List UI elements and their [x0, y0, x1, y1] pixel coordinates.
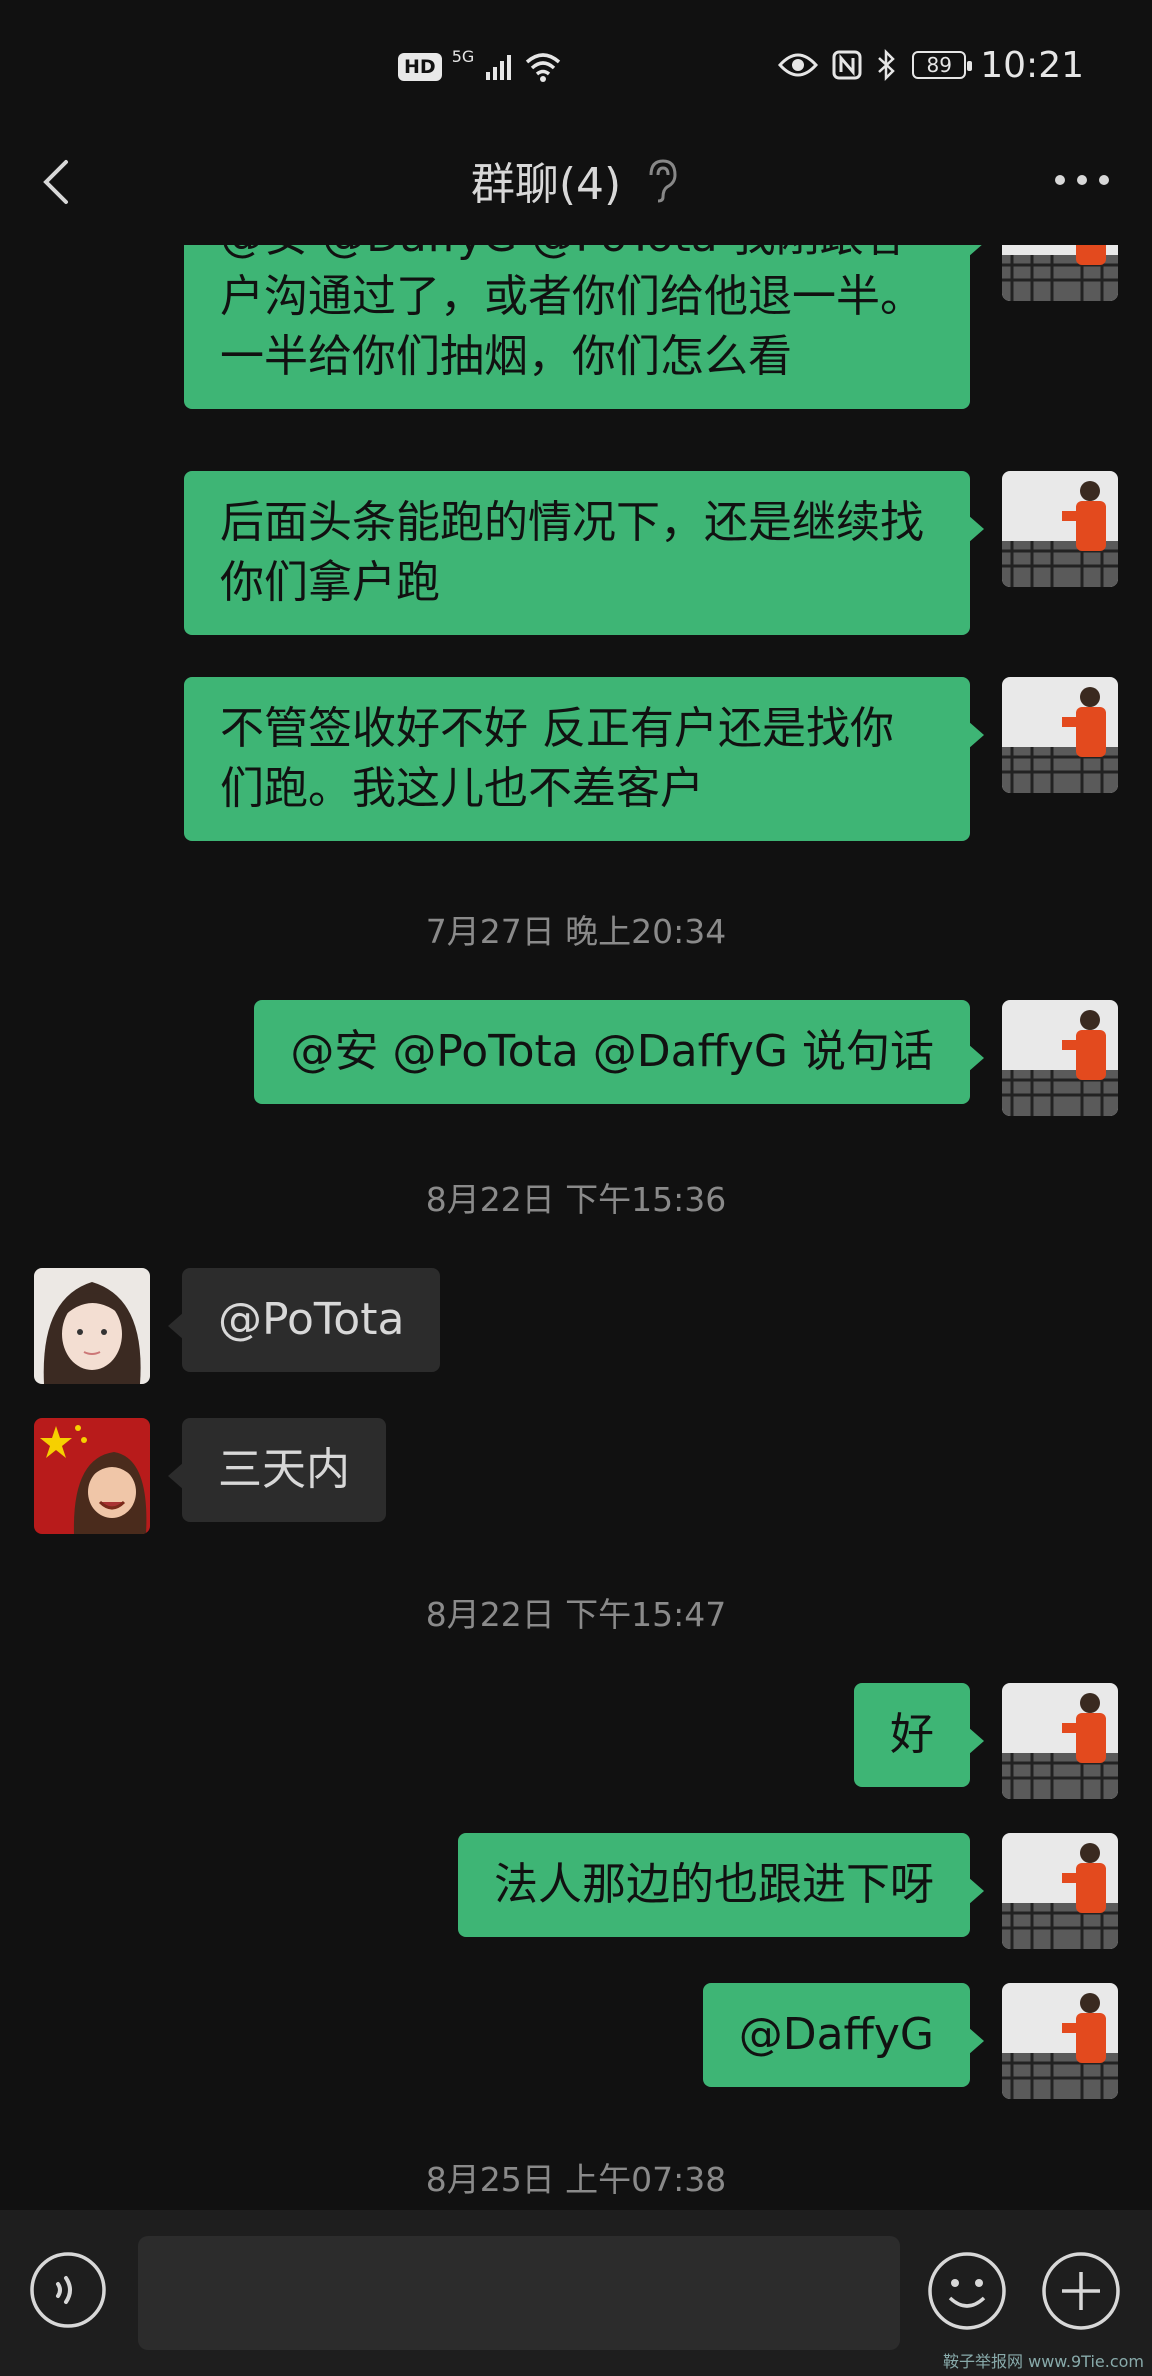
timestamp: 7月27日 晚上20:34 — [425, 912, 727, 951]
timestamp: 8月22日 下午15:36 — [425, 1180, 727, 1219]
hd-badge: HD — [398, 53, 442, 81]
message-row: @安 @DaffyG @PoTota 我刚跟客户沟通过了，或者你们给他退一半。一… — [0, 245, 1152, 435]
self-avatar-image — [1002, 471, 1118, 587]
earpiece-mode-icon — [649, 159, 677, 203]
signal-icon — [486, 55, 512, 80]
avatar[interactable] — [34, 1268, 150, 1384]
message-bubble[interactable]: 后面头条能跑的情况下，还是继续找你们拿户跑 — [184, 471, 984, 635]
status-bar: HD 5G 89 10:21 — [0, 0, 1152, 130]
message-row: 好 — [0, 1683, 1152, 1799]
message-row: @DaffyG — [0, 1983, 1152, 2099]
battery-icon: 89 — [912, 51, 973, 79]
clock: 10:21 — [980, 44, 1084, 86]
self-avatar-image — [1002, 1683, 1118, 1799]
voice-input-icon[interactable] — [28, 2250, 108, 2330]
avatar[interactable] — [34, 1418, 150, 1534]
message-bubble[interactable]: 好 — [854, 1683, 984, 1787]
title-area: 群聊(4) — [0, 150, 1152, 210]
timestamp: 8月25日 上午07:38 — [425, 2160, 727, 2199]
emoji-icon[interactable] — [926, 2250, 1008, 2332]
message-row: 后面头条能跑的情况下，还是继续找你们拿户跑 — [0, 471, 1152, 643]
self-avatar-image — [1002, 245, 1118, 301]
status-right: 89 10:21 — [778, 40, 1084, 90]
avatar[interactable] — [1002, 677, 1118, 793]
message-row: 不管签收好不好 反正有户还是找你们跑。我这儿也不差客户 — [0, 677, 1152, 849]
message-bubble[interactable]: @安 @PoTota @DaffyG 说句话 — [254, 1000, 984, 1104]
message-row: 三天内 — [0, 1418, 1152, 1534]
self-avatar-image — [1002, 1000, 1118, 1116]
wifi-icon — [526, 53, 561, 82]
avatar[interactable] — [1002, 1000, 1118, 1116]
self-avatar-image — [1002, 1983, 1118, 2099]
avatar[interactable] — [1002, 1683, 1118, 1799]
nfc-icon — [832, 50, 862, 80]
member-avatar-image — [34, 1268, 150, 1384]
message-bubble[interactable]: @安 @DaffyG @PoTota 我刚跟客户沟通过了，或者你们给他退一半。一… — [184, 245, 984, 409]
message-bubble[interactable]: @PoTota — [167, 1268, 441, 1372]
eye-icon — [778, 53, 819, 77]
add-icon[interactable] — [1040, 2250, 1122, 2332]
message-input[interactable] — [138, 2236, 900, 2350]
self-avatar-image — [1002, 1833, 1118, 1949]
network-indicators: HD 5G — [398, 47, 562, 87]
message-row: @PoTota — [0, 1268, 1152, 1384]
chat-title[interactable]: 群聊(4) — [471, 148, 621, 212]
message-bubble[interactable]: 不管签收好不好 反正有户还是找你们跑。我这儿也不差客户 — [184, 677, 984, 841]
message-bubble[interactable]: 法人那边的也跟进下呀 — [458, 1833, 984, 1937]
watermark: 鞍子举报网 www.9Tie.com — [943, 2352, 1144, 2371]
message-row: 法人那边的也跟进下呀 — [0, 1833, 1152, 1949]
bluetooth-icon — [878, 49, 896, 81]
more-options-icon[interactable] — [1050, 160, 1114, 200]
chat-header: 群聊(4) — [0, 130, 1152, 245]
timestamp: 8月22日 下午15:47 — [425, 1595, 727, 1634]
message-list[interactable]: @安 @DaffyG @PoTota 我刚跟客户沟通过了，或者你们给他退一半。一… — [0, 245, 1152, 2210]
message-bubble[interactable]: 三天内 — [168, 1418, 386, 1522]
input-bar: 鞍子举报网 www.9Tie.com — [0, 2210, 1152, 2376]
avatar[interactable] — [1002, 1983, 1118, 2099]
avatar[interactable] — [1002, 1833, 1118, 1949]
member-avatar-image — [34, 1418, 150, 1534]
message-bubble[interactable]: @DaffyG — [702, 1983, 985, 2087]
network-type: 5G — [451, 47, 475, 66]
self-avatar-image — [1002, 677, 1118, 793]
avatar[interactable] — [1002, 471, 1118, 587]
message-row: @安 @PoTota @DaffyG 说句话 — [0, 1000, 1152, 1116]
avatar[interactable] — [1002, 245, 1118, 301]
battery-level: 89 — [926, 53, 952, 77]
